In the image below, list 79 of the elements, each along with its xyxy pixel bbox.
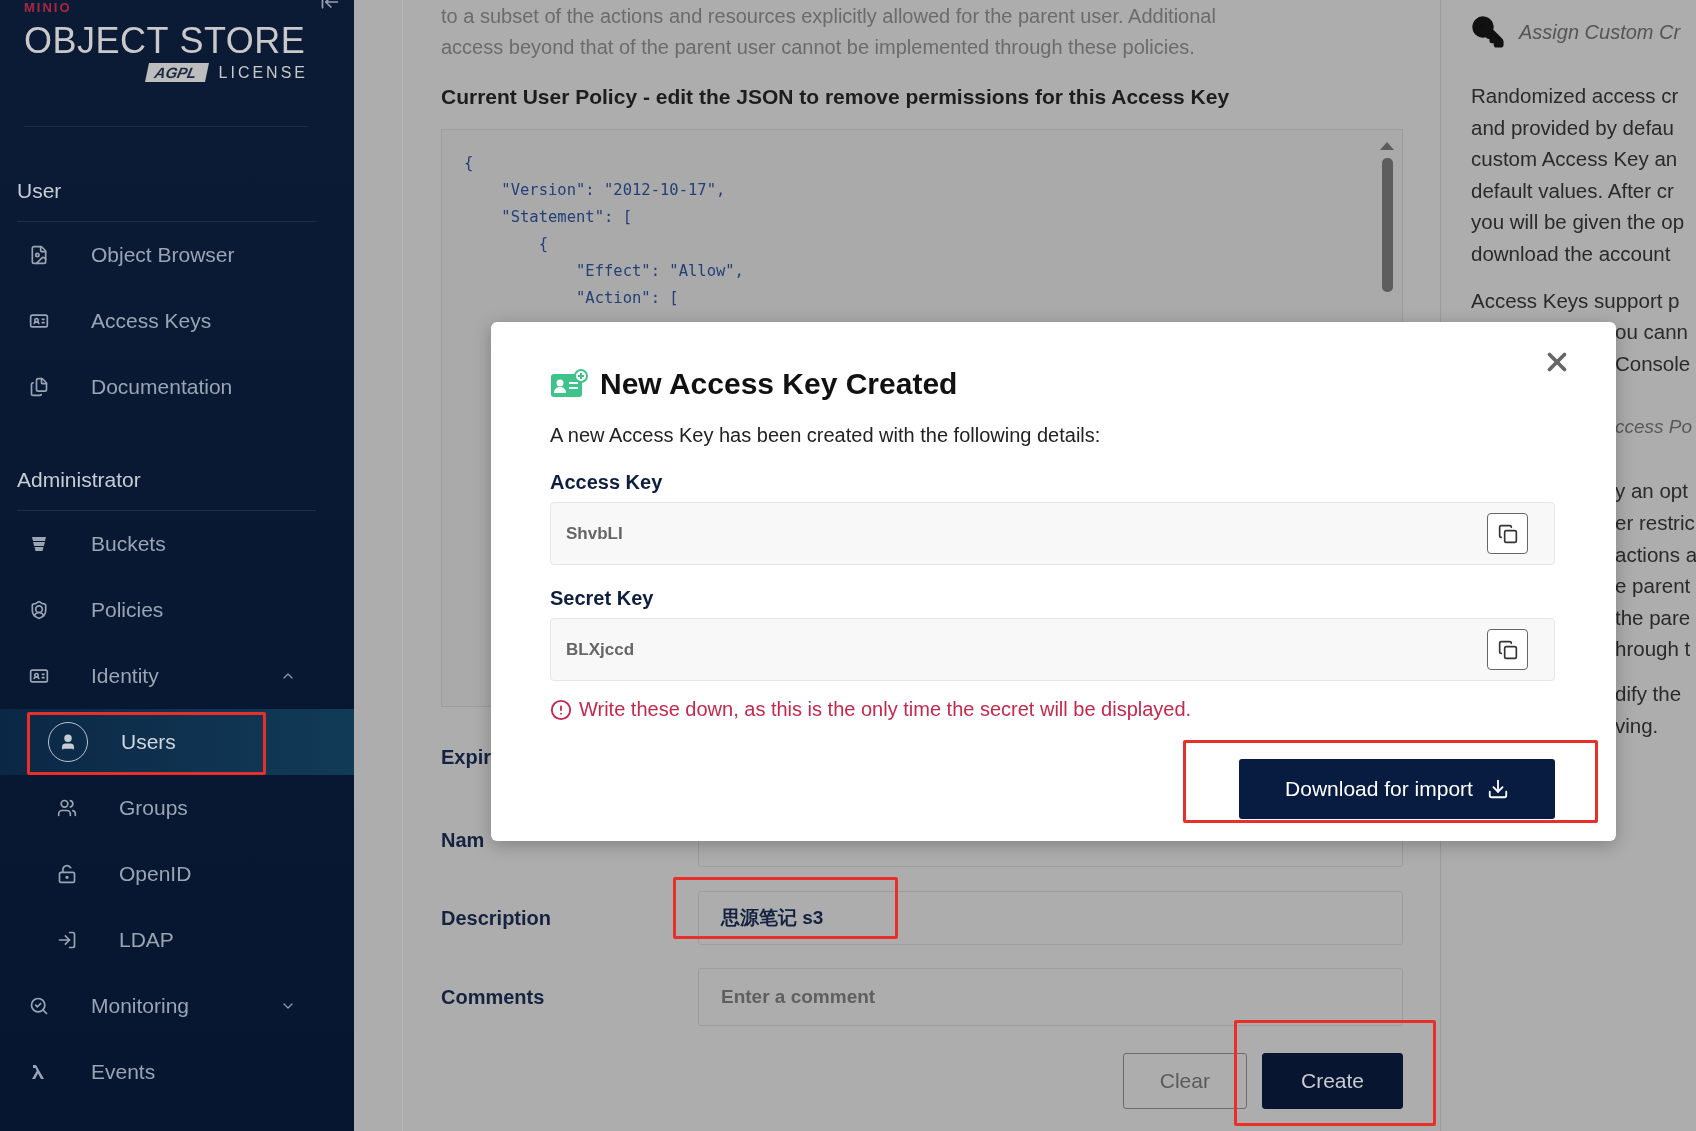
sidebar-item[interactable]: Documentation <box>0 354 354 420</box>
panel-text: ou cann <box>1615 319 1689 346</box>
key-field[interactable]: ShvbLI <box>550 502 1555 565</box>
id-card-plus-icon <box>550 369 588 399</box>
panel-text: and provided by defau <box>1471 114 1675 141</box>
sidebar-item[interactable]: LDAP <box>0 907 354 973</box>
input-field[interactable]: 思源笔记 s3 <box>698 891 1403 945</box>
panel-text: Randomized access cr <box>1471 83 1680 109</box>
copy-icon <box>1497 523 1518 544</box>
code-line: { <box>464 153 475 174</box>
dialog-message: A new Access Key has been created with the following details: <box>550 424 1102 447</box>
section-title: Administrator <box>17 468 141 492</box>
policy-heading: Current User Policy - edit the JSON to remove permissions for this Access Key <box>441 84 1231 110</box>
input-field[interactable]: Enter a comment <box>698 968 1403 1026</box>
section-title: User <box>17 179 62 203</box>
sidebar-item[interactable]: OpenID <box>0 841 354 907</box>
bucket-icon <box>29 534 49 554</box>
panel-text: e parent <box>1615 573 1692 600</box>
lock-icon <box>57 864 77 884</box>
panel-text: download the account <box>1471 240 1672 267</box>
description-text: to a subset of the actions and resources explicitly allowed for the parent user. Additional access beyond that of the parent user cannot be implemented through these policies. <box>441 4 1217 60</box>
login-icon <box>57 930 77 950</box>
sidebar-item[interactable]: Buckets <box>0 511 354 577</box>
sidebar-item[interactable]: Monitoring <box>0 973 354 1039</box>
magnifier-icon <box>29 996 49 1016</box>
sidebar-item[interactable]: Policies <box>0 577 354 643</box>
panel-text: ving. <box>1615 712 1660 739</box>
dialog-title: New Access Key Created <box>600 367 958 401</box>
image-file-icon <box>29 245 49 265</box>
license-label: LICENSE <box>218 63 308 82</box>
panel-text: y an opt <box>1615 478 1689 505</box>
sidebar-item[interactable]: Access Keys <box>0 288 354 354</box>
code-line: "Effect": "Allow", <box>574 261 745 282</box>
sidebar-item[interactable]: Object Browser <box>0 222 354 288</box>
brand-logo: MINIO <box>24 1 72 15</box>
sidebar-item[interactable]: Groups <box>0 775 354 841</box>
copy-button[interactable] <box>1487 513 1528 554</box>
scroll-up-arrow[interactable] <box>1380 142 1394 150</box>
product-logo: OBJECT STORE <box>24 21 306 61</box>
download-icon <box>1486 778 1509 800</box>
panel-text: you will be given the op <box>1471 209 1686 236</box>
code-line: "Statement": [ <box>500 207 633 228</box>
panel-text: default values. After cr <box>1471 177 1675 204</box>
sidebar-item[interactable]: Users <box>0 709 354 775</box>
field-label: Nam <box>441 828 486 852</box>
id-card-icon <box>29 311 49 331</box>
field-label: Description <box>441 906 553 930</box>
warning-text: Write these down, as this is the only time the secret will be displayed. <box>579 698 1192 721</box>
people-icon <box>57 798 77 818</box>
documents-icon <box>29 377 49 397</box>
sidebar-item[interactable]: Events <box>0 1039 354 1105</box>
shield-user-icon <box>29 600 49 620</box>
copy-icon <box>1497 639 1518 660</box>
alert-icon <box>550 698 572 721</box>
code-line: { <box>537 234 549 255</box>
code-line: "Version": "2012-10-17", <box>500 180 727 201</box>
panel-heading: ccess Po <box>1615 415 1694 440</box>
key-icon <box>1471 15 1505 49</box>
create-button[interactable]: Create <box>1261 1053 1403 1109</box>
panel-title: Assign Custom Cr <box>1519 20 1681 44</box>
panel-text: custom Access Key an <box>1471 146 1679 173</box>
key-field[interactable]: BLXjccd <box>550 618 1555 681</box>
copy-button[interactable] <box>1487 629 1528 670</box>
field-label: Comments <box>441 985 546 1009</box>
field-label: Access Key <box>550 471 664 494</box>
field-label: Secret Key <box>550 587 655 610</box>
download-button[interactable]: Download for import <box>1239 759 1555 819</box>
license-badge: AGPL <box>144 63 209 82</box>
panel-text: Console <box>1615 350 1692 377</box>
panel-text: Access Keys support p <box>1471 287 1681 314</box>
panel-text: the pare <box>1615 604 1692 631</box>
field-label: Expir <box>441 745 493 769</box>
panel-text: hrough t <box>1615 636 1692 663</box>
scrollbar-thumb[interactable] <box>1381 158 1393 292</box>
sidebar-item[interactable]: Identity <box>0 643 354 709</box>
code-line: "Action": [ <box>574 288 680 309</box>
panel-text: er restric <box>1615 509 1696 536</box>
id-card-icon <box>29 666 49 686</box>
panel-text: dify the <box>1615 680 1683 707</box>
